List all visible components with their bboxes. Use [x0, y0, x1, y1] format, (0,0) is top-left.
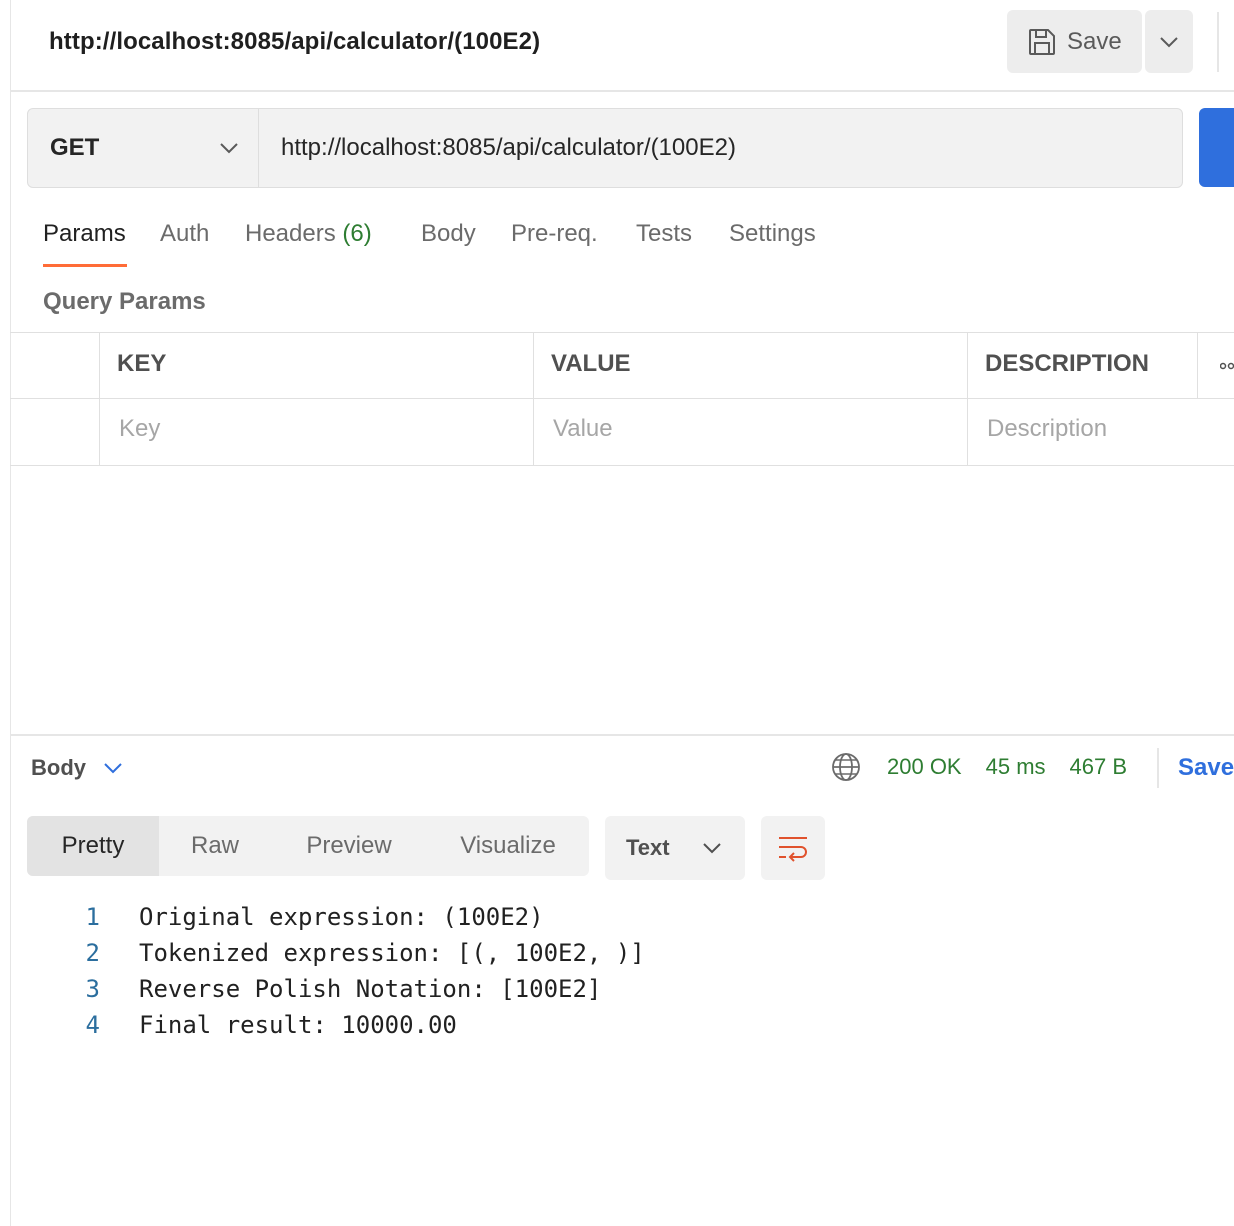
line-text: Original expression: (100E2)	[139, 903, 544, 931]
table-border	[10, 398, 1234, 399]
tab-params[interactable]: Params	[43, 220, 126, 248]
save-options-button[interactable]	[1145, 10, 1193, 73]
table-border	[10, 332, 1234, 333]
line-number: 4	[85, 1011, 100, 1039]
wrap-lines-icon	[779, 837, 807, 862]
chevron-down-icon	[1160, 36, 1178, 47]
key-input[interactable]: Key	[119, 415, 160, 443]
chevron-down-icon	[104, 762, 122, 773]
send-button[interactable]	[1199, 108, 1234, 187]
params-table: KEY VALUE DESCRIPTION Key Value Descript…	[10, 332, 1234, 466]
column-header-key: KEY	[117, 350, 167, 377]
save-response-button[interactable]: Save	[1178, 754, 1234, 782]
response-body-label: Body	[31, 755, 86, 780]
tab-headers-label: Headers	[245, 220, 336, 247]
tab-pre-request[interactable]: Pre-req.	[511, 220, 598, 248]
active-tab-indicator	[43, 264, 127, 267]
response-size[interactable]: 467 B	[1070, 754, 1128, 780]
description-input[interactable]: Description	[987, 415, 1107, 443]
status-code[interactable]: 200 OK	[887, 754, 962, 780]
format-label: Text	[626, 835, 670, 860]
save-button-label: Save	[1067, 27, 1122, 55]
code-line: 3 Reverse Polish Notation: [100E2]	[0, 971, 1234, 1007]
view-mode-selector: Pretty Raw Preview Visualize	[27, 816, 589, 876]
view-pretty-tab[interactable]: Pretty	[27, 816, 159, 876]
method-label: GET	[50, 134, 100, 161]
tab-tests[interactable]: Tests	[636, 220, 692, 248]
header-separator	[1217, 12, 1219, 72]
tab-body[interactable]: Body	[421, 220, 476, 248]
method-select[interactable]: GET	[28, 109, 259, 187]
tab-auth[interactable]: Auth	[160, 220, 209, 248]
column-header-value: VALUE	[551, 350, 631, 377]
view-preview-tab[interactable]: Preview	[271, 816, 427, 876]
header-divider	[10, 90, 1234, 92]
table-border	[533, 332, 534, 466]
code-line: 2 Tokenized expression: [(, 100E2, )]	[0, 935, 1234, 971]
format-select[interactable]: Text	[605, 816, 745, 880]
line-number: 3	[85, 975, 100, 1003]
url-input[interactable]: http://localhost:8085/api/calculator/(10…	[259, 109, 1182, 187]
view-visualize-tab[interactable]: Visualize	[427, 816, 589, 876]
status-separator	[1157, 748, 1159, 788]
request-title[interactable]: http://localhost:8085/api/calculator/(10…	[49, 28, 540, 56]
column-header-description: DESCRIPTION	[985, 350, 1150, 377]
line-number: 1	[85, 903, 100, 931]
table-border	[967, 332, 968, 466]
table-border	[1197, 332, 1198, 398]
globe-icon[interactable]	[831, 752, 861, 782]
chevron-down-icon	[703, 842, 721, 853]
query-params-title: Query Params	[43, 288, 206, 315]
table-border	[10, 465, 1234, 466]
line-text: Tokenized expression: [(, 100E2, )]	[139, 939, 645, 967]
response-meta: 200 OK 45 ms 467 B	[831, 752, 1151, 782]
table-border	[99, 332, 100, 466]
request-url-bar: GET http://localhost:8085/api/calculator…	[27, 108, 1183, 188]
line-number: 2	[85, 939, 100, 967]
response-time[interactable]: 45 ms	[986, 754, 1046, 780]
response-code-view[interactable]: 1 Original expression: (100E2) 2 Tokeniz…	[0, 899, 1234, 1043]
tab-settings[interactable]: Settings	[729, 220, 816, 248]
line-text: Final result: 10000.00	[139, 1011, 457, 1039]
response-divider[interactable]	[10, 734, 1234, 736]
wrap-lines-button[interactable]	[761, 816, 825, 880]
tab-headers[interactable]: Headers (6)	[245, 220, 372, 248]
headers-count: (6)	[342, 220, 372, 247]
code-line: 4 Final result: 10000.00	[0, 1007, 1234, 1043]
line-text: Reverse Polish Notation: [100E2]	[139, 975, 602, 1003]
save-icon	[1029, 28, 1055, 55]
chevron-down-icon	[220, 142, 238, 153]
value-input[interactable]: Value	[553, 415, 613, 443]
more-options-icon[interactable]	[1220, 362, 1234, 370]
response-body-dropdown[interactable]: Body	[31, 755, 122, 781]
code-line: 1 Original expression: (100E2)	[0, 899, 1234, 935]
save-button[interactable]: Save	[1007, 10, 1142, 73]
view-raw-tab[interactable]: Raw	[159, 816, 271, 876]
